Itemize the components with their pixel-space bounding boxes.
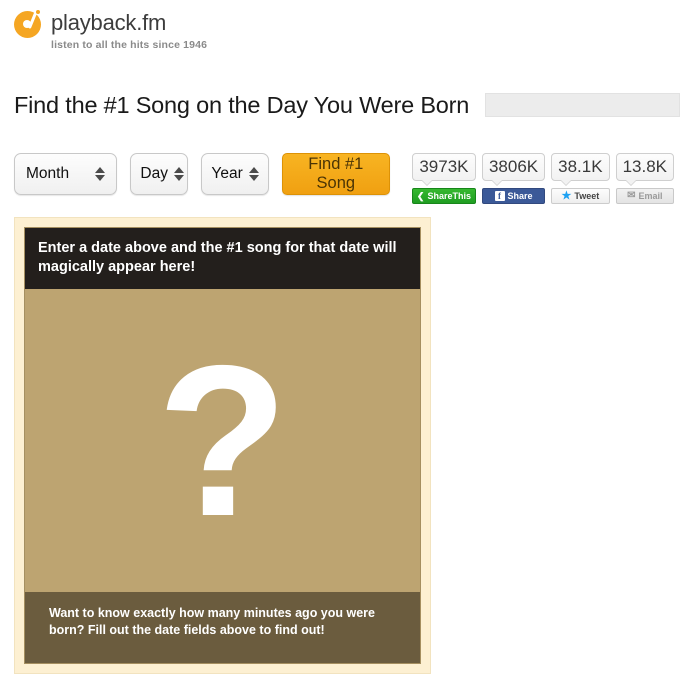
headline-row: Find the #1 Song on the Day You Were Bor… (14, 76, 680, 134)
year-select[interactable]: Year (201, 153, 269, 196)
facebook-f-icon: f (494, 191, 505, 202)
result-instruction-banner: Enter a date above and the #1 song for t… (25, 228, 420, 290)
turntable-record-icon (14, 9, 44, 39)
twitter-count[interactable]: 38.1K (551, 153, 610, 187)
email-button-label: Email (638, 191, 663, 202)
day-select[interactable]: Day (130, 153, 189, 196)
share-unit-twitter: 38.1K ★ Tweet (551, 153, 610, 205)
twitter-bird-icon: ★ (561, 189, 572, 202)
share-unit-sharethis: 3973K ❮ ShareThis (411, 153, 476, 205)
brand-name: playback.fm (51, 10, 167, 35)
email-button[interactable]: ✉ Email (615, 188, 674, 205)
month-select-label: Month (26, 165, 70, 183)
sharethis-count[interactable]: 3973K (411, 153, 476, 187)
facebook-count[interactable]: 3806K (481, 153, 546, 187)
facebook-share-button[interactable]: f Share (481, 188, 546, 205)
result-panel-inner: Enter a date above and the #1 song for t… (24, 227, 421, 665)
stepper-updown-icon (95, 167, 106, 182)
question-mark-icon: ? (156, 320, 289, 562)
share-unit-email: 13.8K ✉ Email (615, 153, 674, 205)
page-title: Find the #1 Song on the Day You Were Bor… (14, 91, 470, 118)
page-root: playback.fm listen to all the hits since… (0, 0, 680, 674)
facebook-button-label: Share (507, 191, 533, 202)
year-select-label: Year (211, 165, 243, 183)
day-select-label: Day (140, 165, 168, 183)
date-form: Month Day Year Find #1 Song 3973K ❮ Shar… (14, 153, 680, 205)
brand-wordmark: playback.fm listen to all the hits since… (51, 9, 207, 51)
result-footer-note: Want to know exactly how many minutes ag… (25, 592, 420, 664)
email-count[interactable]: 13.8K (615, 153, 674, 187)
share-unit-facebook: 3806K f Share (481, 153, 546, 205)
sharethis-button[interactable]: ❮ ShareThis (411, 188, 476, 205)
share-nodes-icon: ❮ (416, 190, 425, 201)
share-cluster: 3973K ❮ ShareThis 3806K f Share 38.1K ★ … (411, 153, 680, 205)
result-placeholder-area: ? (25, 289, 420, 592)
result-panel: Enter a date above and the #1 song for t… (14, 217, 431, 674)
envelope-icon: ✉ (627, 190, 636, 202)
tweet-button-label: Tweet (574, 191, 600, 202)
tweet-button[interactable]: ★ Tweet (551, 188, 610, 205)
site-logo[interactable]: playback.fm listen to all the hits since… (14, 0, 680, 51)
sharethis-button-label: ShareThis (427, 191, 471, 202)
stepper-updown-icon (248, 167, 259, 182)
stepper-updown-icon (173, 167, 184, 182)
tonearm-pivot (35, 9, 41, 15)
brand-tagline: listen to all the hits since 1946 (51, 39, 208, 51)
find-song-button[interactable]: Find #1 Song (281, 153, 390, 196)
month-select[interactable]: Month (14, 153, 118, 196)
ad-placeholder (485, 93, 680, 118)
